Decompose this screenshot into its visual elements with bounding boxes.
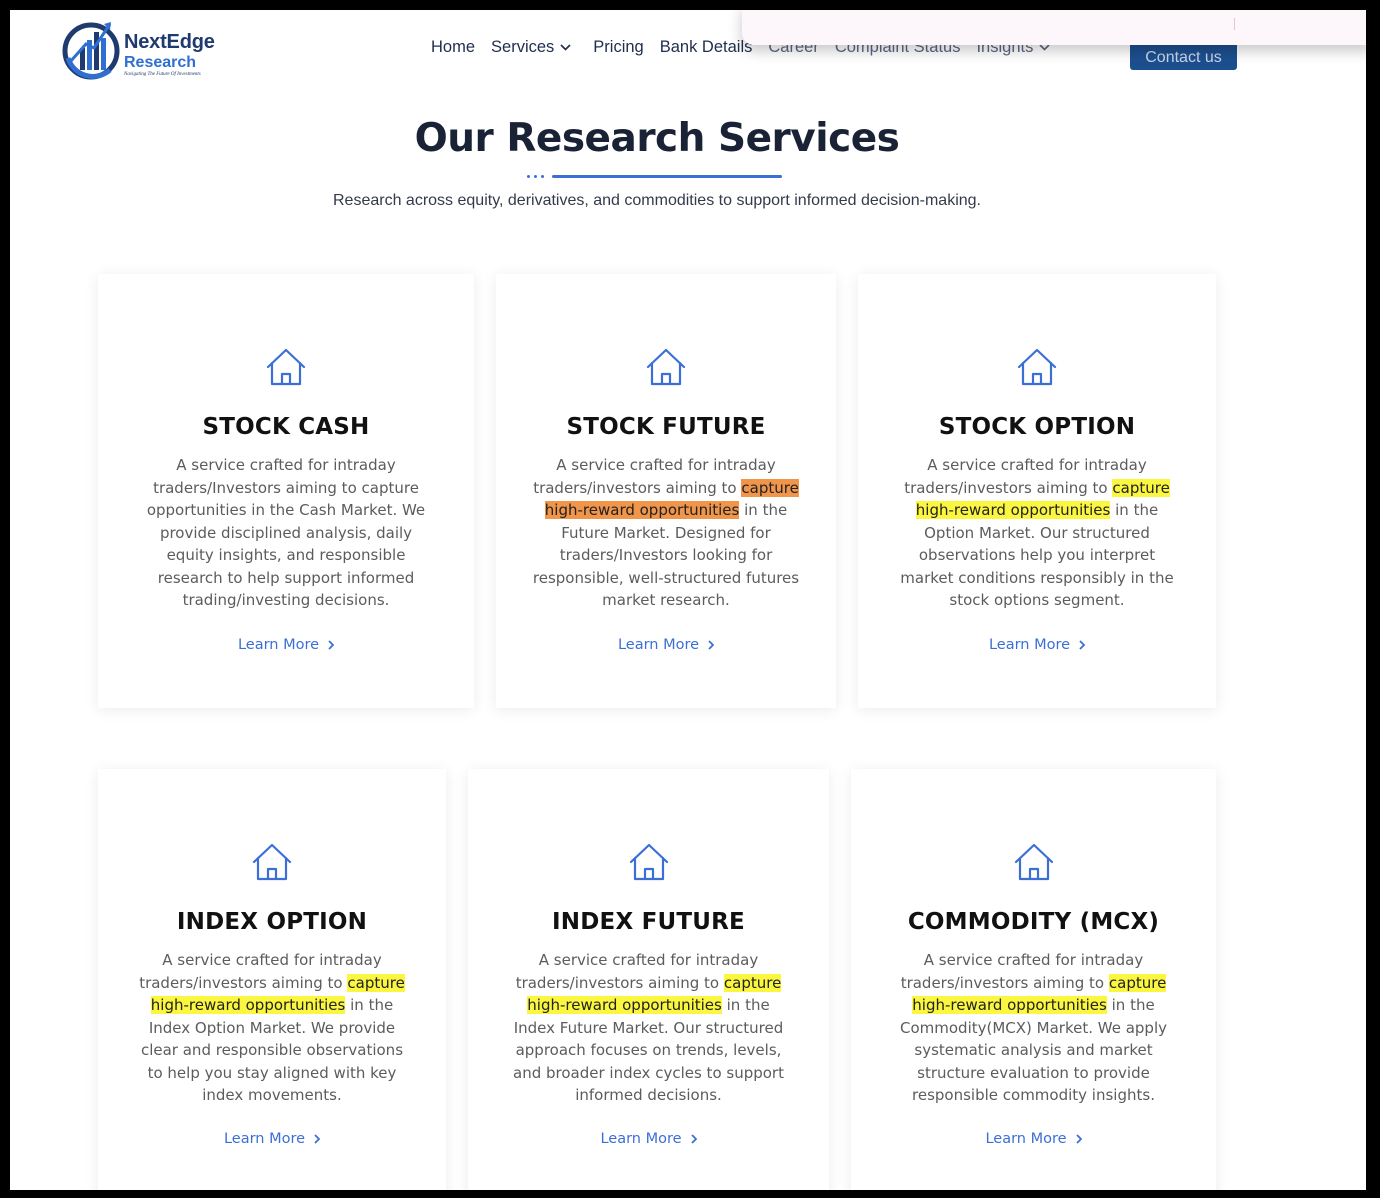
card-title: INDEX FUTURE	[552, 909, 745, 935]
logo-subtitle: Research	[124, 54, 197, 71]
card-description: A service crafted for intraday traders/i…	[132, 949, 412, 1107]
card-desc-text: A service crafted for intraday traders/i…	[904, 456, 1147, 497]
service-card-stock-future: STOCK FUTURE A service crafted for intra…	[496, 274, 836, 708]
card-desc-text: A service crafted for intraday traders/i…	[515, 951, 759, 992]
card-title: STOCK FUTURE	[566, 414, 766, 440]
section-title: Our Research Services	[414, 116, 900, 161]
nav-pricing[interactable]: Pricing	[593, 38, 643, 57]
nav-services-label: Services	[491, 37, 555, 56]
learn-more-link[interactable]: Learn More	[98, 1131, 446, 1147]
card-description: A service crafted for intraday traders/i…	[895, 454, 1179, 612]
page-viewport: NextEdge Research Navigating The Future …	[10, 10, 1366, 1190]
learn-more-link[interactable]: Learn More	[496, 637, 836, 653]
service-card-commodity-mcx: COMMODITY (MCX) A service crafted for in…	[851, 769, 1216, 1190]
card-desc-text: A service crafted for intraday traders/i…	[900, 951, 1144, 992]
site-logo[interactable]: NextEdge Research Navigating The Future …	[60, 14, 235, 82]
nav-bank-details-label: Bank Details	[659, 37, 753, 56]
chevron-right-icon	[1075, 1134, 1082, 1144]
contact-us-label: Contact us	[1145, 49, 1222, 66]
title-underline	[527, 175, 782, 178]
home-icon	[646, 348, 686, 386]
nav-home-label: Home	[431, 37, 476, 56]
nav-bank-details[interactable]: Bank Details	[660, 38, 753, 57]
card-title: STOCK CASH	[202, 414, 370, 440]
home-icon	[252, 843, 292, 881]
card-title: COMMODITY (MCX)	[907, 909, 1160, 935]
logo-name: NextEdge	[124, 31, 215, 53]
card-title: STOCK OPTION	[938, 414, 1136, 440]
learn-more-link[interactable]: Learn More	[851, 1131, 1216, 1147]
card-description: A service crafted for intraday traders/I…	[140, 454, 432, 612]
chevron-right-icon	[1079, 640, 1086, 650]
chevron-right-icon	[314, 1134, 321, 1144]
card-desc-text: A service crafted for intraday traders/i…	[533, 456, 776, 497]
service-card-stock-option: STOCK OPTION A service crafted for intra…	[858, 274, 1216, 708]
home-icon	[1017, 348, 1057, 386]
underline-dot	[534, 175, 537, 178]
logo-tagline: Navigating The Future Of Investments	[124, 72, 201, 77]
learn-more-link[interactable]: Learn More	[98, 637, 474, 653]
chevron-right-icon	[690, 1134, 697, 1144]
nav-home[interactable]: Home	[431, 38, 475, 57]
learn-more-link[interactable]: Learn More	[858, 637, 1216, 653]
card-desc-text: A service crafted for intraday traders/i…	[139, 951, 382, 992]
section-subtitle: Research across equity, derivatives, and…	[333, 192, 981, 209]
home-icon	[629, 843, 668, 881]
learn-more-label: Learn More	[223, 1131, 306, 1147]
learn-more-label: Learn More	[988, 637, 1071, 653]
service-card-index-option: INDEX OPTION A service crafted for intra…	[98, 769, 446, 1190]
overlay-divider	[1234, 18, 1235, 30]
chevron-right-icon	[708, 640, 715, 650]
learn-more-label: Learn More	[985, 1131, 1067, 1147]
chevron-right-icon	[328, 640, 335, 650]
home-icon	[1014, 843, 1053, 881]
overlay-popup-panel[interactable]	[742, 10, 1366, 45]
service-card-stock-cash: STOCK CASH A service crafted for intrada…	[98, 274, 474, 708]
underline-line	[552, 175, 782, 178]
card-title: INDEX OPTION	[176, 909, 368, 935]
nav-services[interactable]: Services	[491, 38, 571, 57]
service-card-index-future: INDEX FUTURE A service crafted for intra…	[468, 769, 829, 1190]
card-desc-text: A service crafted for intraday traders/I…	[146, 456, 426, 609]
card-description: A service crafted for intraday traders/i…	[506, 949, 792, 1107]
chevron-down-icon	[560, 43, 571, 51]
logo-mark-icon	[62, 22, 120, 80]
card-description: A service crafted for intraday traders/i…	[531, 454, 801, 612]
home-icon	[266, 348, 306, 386]
learn-more-label: Learn More	[600, 1131, 682, 1147]
learn-more-link[interactable]: Learn More	[468, 1131, 829, 1147]
learn-more-label: Learn More	[617, 637, 700, 653]
underline-dot	[541, 175, 544, 178]
underline-dot	[527, 175, 530, 178]
nav-pricing-label: Pricing	[593, 37, 644, 56]
card-description: A service crafted for intraday traders/i…	[891, 949, 1177, 1107]
learn-more-label: Learn More	[237, 637, 320, 653]
